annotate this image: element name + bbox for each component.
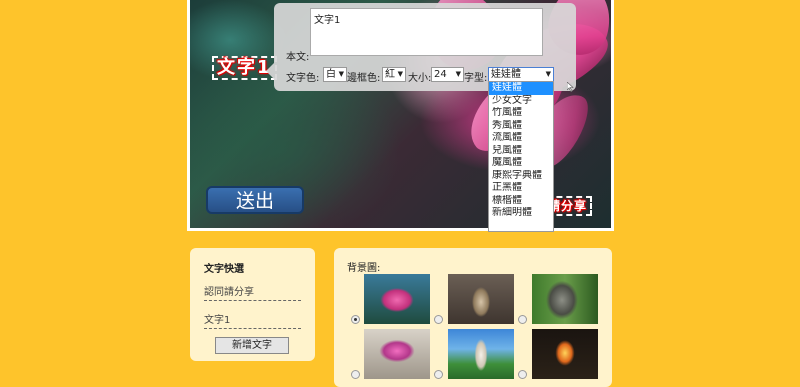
text-color-label: 文字色:: [286, 73, 320, 84]
buddha-statue-thumbnail[interactable]: [448, 274, 514, 324]
font-dropdown-list: 娃娃體 少女文字 竹風體 秀風體 流風體 兒風體 魔風體 康熙字典體 正黑體 標楷體 新細明體: [488, 81, 554, 232]
add-text-button[interactable]: 新增文字: [215, 337, 289, 354]
quick-text-item[interactable]: 文字1: [204, 311, 301, 326]
submit-button[interactable]: 送出: [206, 186, 304, 214]
background-panel-title: 背景圖:: [347, 263, 381, 274]
stone-buddha-face-thumbnail[interactable]: [532, 274, 598, 324]
font-option[interactable]: 秀風體: [489, 120, 553, 133]
text-color-select[interactable]: 白 ▼: [323, 67, 347, 82]
background-radio[interactable]: [518, 370, 527, 379]
chevron-down-icon: ▼: [545, 70, 551, 78]
chevron-down-icon: ▼: [338, 70, 344, 78]
font-option[interactable]: 魔風體: [489, 157, 553, 170]
background-radio[interactable]: [351, 315, 360, 324]
font-option[interactable]: 竹風體: [489, 107, 553, 120]
quick-text-panel: 文字快選 認同請分享 文字1 新增文字: [190, 248, 315, 361]
divider: [204, 300, 301, 301]
font-select[interactable]: 娃娃體 ▼: [488, 67, 554, 82]
divider: [204, 328, 301, 329]
font-option[interactable]: 流風體: [489, 132, 553, 145]
pink-flower-bowl-thumbnail[interactable]: [364, 329, 430, 379]
font-option[interactable]: 標楷體: [489, 195, 553, 208]
fire-buddha-thumbnail[interactable]: [532, 329, 598, 379]
border-color-label: 邊框色:: [347, 73, 381, 84]
size-label: 大小:: [408, 73, 432, 84]
background-radio[interactable]: [518, 315, 527, 324]
background-radio[interactable]: [434, 315, 443, 324]
chevron-down-icon: ▼: [455, 70, 461, 78]
font-option[interactable]: 娃娃體: [489, 82, 553, 95]
guanyin-statue-thumbnail[interactable]: [448, 329, 514, 379]
background-radio[interactable]: [351, 370, 360, 379]
font-option[interactable]: 兒風體: [489, 145, 553, 158]
quick-text-item[interactable]: 認同請分享: [204, 283, 301, 298]
lotus-thumbnail[interactable]: [364, 274, 430, 324]
font-label: 字型:: [464, 73, 488, 84]
border-color-select[interactable]: 紅 ▼: [382, 67, 406, 82]
chevron-down-icon: ▼: [397, 70, 403, 78]
text-editor-popup: 本文: 文字1 文字色: 白 ▼ 邊框色: 紅 ▼ 大小: 24 ▼ 字型: 娃娃體 ▼: [266, 3, 576, 91]
font-option[interactable]: 康熙字典體: [489, 170, 553, 183]
quick-panel-title: 文字快選: [204, 264, 244, 275]
font-option[interactable]: 少女文字: [489, 95, 553, 108]
size-select[interactable]: 24 ▼: [431, 67, 464, 82]
background-radio[interactable]: [434, 370, 443, 379]
mouse-cursor-icon: [567, 82, 574, 92]
font-option[interactable]: 新細明體: [489, 207, 553, 220]
popup-arrow: [266, 63, 274, 79]
font-option[interactable]: 正黑體: [489, 182, 553, 195]
body-textarea[interactable]: 文字1: [310, 8, 543, 56]
background-picker-panel: 背景圖:: [334, 248, 612, 387]
body-label: 本文:: [286, 52, 310, 63]
